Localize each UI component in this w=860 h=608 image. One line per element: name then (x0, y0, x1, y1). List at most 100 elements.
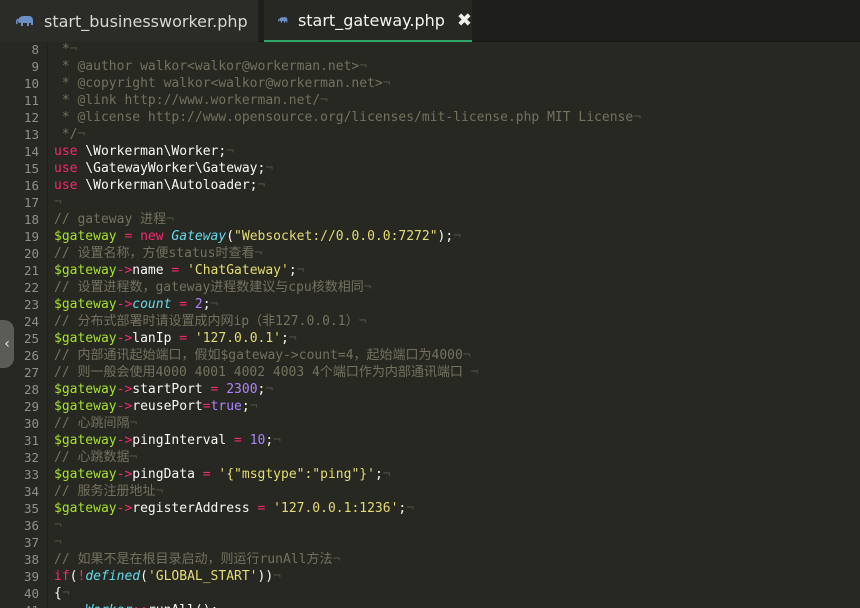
code-token: = (202, 382, 227, 397)
line-number: 33 (23, 467, 39, 482)
code-line[interactable]: // 设置进程数，gateway进程数建议与cpu核数相同¬ (54, 279, 372, 296)
code-token: { (54, 586, 62, 601)
code-token: // 则一般会使用4000 4001 4002 4003 4个端口作为内部通讯端… (54, 365, 471, 380)
code-line[interactable]: // gateway 进程¬ (54, 211, 174, 228)
line-number: 32 (23, 450, 39, 465)
code-token: * @license http://www.opensource.org/lic… (54, 110, 634, 125)
code-line[interactable]: * @copyright walkor<walkor@workerman.net… (54, 75, 391, 92)
code-line[interactable]: use \Workerman\Autoloader;¬ (54, 177, 265, 194)
line-number: 29 (23, 399, 39, 414)
code-line[interactable]: * @author walkor<walkor@workerman.net>¬ (54, 58, 367, 75)
whitespace-marker: ¬ (265, 161, 274, 176)
code-line[interactable]: ¬ (54, 534, 62, 551)
whitespace-marker: ¬ (166, 212, 174, 227)
whitespace-marker: ¬ (257, 178, 266, 193)
code-editor[interactable]: 8 9 10 11 12 13 14 15 16 17 18 19 20 21 22 23 24 25 26 27 28… (0, 42, 860, 608)
whitespace-marker: ¬ (210, 297, 219, 312)
code-token: = (202, 399, 211, 414)
line-number: 8 (31, 42, 39, 57)
line-number: 19 (23, 229, 39, 244)
code-line[interactable]: $gateway->registerAddress = '127.0.0.1:1… (54, 500, 414, 517)
tab-bar: start_businessworker.php start_gateway.p… (0, 0, 860, 42)
code-line[interactable]: if(!defined('GLOBAL_START'))¬ (54, 568, 281, 585)
line-number: 36 (23, 518, 39, 533)
whitespace-marker: ¬ (363, 280, 372, 295)
code-token: // 设置进程数，gateway进程数建议与cpu核数相同 (54, 280, 364, 295)
whitespace-marker: ¬ (320, 93, 328, 108)
code-line[interactable]: $gateway->pingData = '{"msgtype":"ping"}… (54, 466, 391, 483)
code-line[interactable]: $gateway->reusePort=true;¬ (54, 398, 258, 415)
whitespace-marker: ¬ (129, 416, 138, 431)
code-token: $gateway (54, 382, 117, 397)
code-token: ; (374, 467, 383, 482)
code-token: ; (265, 433, 274, 448)
code-token: "Websocket://0.0.0.0:7272" (234, 229, 438, 244)
code-token: // 分布式部署时请设置成内网ip（非127.0.0.1） (54, 314, 359, 329)
code-token: -> (116, 433, 133, 448)
code-token: // gateway 进程 (54, 212, 167, 227)
code-token: -> (116, 263, 133, 278)
code-token: ( (140, 569, 148, 584)
whitespace-marker: ¬ (54, 195, 62, 210)
code-line[interactable]: // 则一般会使用4000 4001 4002 4003 4个端口作为内部通讯端… (54, 364, 479, 381)
tab-start-businessworker[interactable]: start_businessworker.php (0, 0, 258, 42)
whitespace-marker: ¬ (382, 467, 391, 482)
tab-label: start_businessworker.php (44, 11, 248, 31)
code-line[interactable]: // 分布式部署时请设置成内网ip（非127.0.0.1）¬ (54, 313, 366, 330)
code-line[interactable]: // 服务注册地址¬ (54, 483, 163, 500)
code-line[interactable]: use \Workerman\Worker;¬ (54, 143, 234, 160)
code-line[interactable]: $gateway = new Gateway("Websocket://0.0.… (54, 228, 461, 245)
code-line[interactable]: {¬ (54, 585, 70, 602)
code-token: // 服务注册地址 (54, 484, 156, 499)
tab-start-gateway[interactable]: start_gateway.php ✖ (264, 0, 472, 42)
code-line[interactable]: ¬ (54, 194, 62, 211)
sidebar-toggle-button[interactable]: ‹ (0, 320, 14, 368)
code-token: \GatewayWorker\Gateway; (77, 161, 266, 176)
code-token: // 心跳数据 (54, 450, 130, 465)
code-line[interactable]: $gateway->startPort = 2300;¬ (54, 381, 273, 398)
line-number: 14 (23, 144, 39, 159)
code-token: 2 (194, 297, 203, 312)
code-line[interactable]: $gateway->pingInterval = 10;¬ (54, 432, 281, 449)
code-line[interactable]: *¬ (54, 42, 78, 58)
line-number: 20 (23, 246, 39, 261)
code-line[interactable]: // 内部通讯起始端口，假如$gateway->count=4，起始端口为400… (54, 347, 471, 364)
code-line[interactable]: // 如果不是在根目录启动，则运行runAll方法¬ (54, 551, 340, 568)
whitespace-marker: ¬ (218, 603, 226, 608)
code-line[interactable]: */¬ (54, 126, 86, 143)
code-line[interactable]: * @license http://www.opensource.org/lic… (54, 109, 641, 126)
code-line[interactable]: // 心跳间隔¬ (54, 415, 137, 432)
code-token: registerAddress (132, 501, 250, 516)
line-number: 41 (0, 602, 39, 608)
line-number: 39 (23, 569, 39, 584)
line-number: 30 (23, 416, 39, 431)
code-token: name (132, 263, 164, 278)
code-token: \Workerman\Worker; (77, 144, 227, 159)
code-token: ( (226, 229, 235, 244)
code-token: use (54, 161, 78, 176)
code-line[interactable]: * @link http://www.workerman.net/¬ (54, 92, 328, 109)
line-number: 21 (23, 263, 39, 278)
code-line[interactable]: $gateway->lanIp = '127.0.0.1';¬ (54, 330, 297, 347)
line-number: 31 (23, 433, 39, 448)
code-token: '127.0.0.1' (194, 331, 281, 346)
code-line[interactable]: $gateway->name = 'ChatGateway';¬ (54, 262, 304, 279)
close-icon[interactable]: ✖ (457, 10, 472, 31)
code-token: -> (116, 297, 133, 312)
code-line[interactable]: $gateway->count = 2;¬ (54, 296, 218, 313)
code-area[interactable]: *¬ * @author walkor<walkor@workerman.net… (54, 42, 860, 608)
code-line[interactable]: // 设置名称，方便status时查看¬ (54, 245, 262, 262)
whitespace-marker: ¬ (406, 501, 415, 516)
code-line[interactable]: ¬ (54, 517, 62, 534)
code-token: * @link http://www.workerman.net/ (54, 93, 321, 108)
code-line[interactable]: Worker::runAll();¬ (54, 602, 226, 608)
line-number: 10 (23, 76, 39, 91)
line-number: 13 (23, 127, 39, 142)
whitespace-marker: ¬ (54, 535, 62, 550)
code-line[interactable]: // 心跳数据¬ (54, 449, 137, 466)
code-token: Worker (85, 603, 132, 608)
code-line[interactable]: use \GatewayWorker\Gateway;¬ (54, 160, 273, 177)
line-number: 17 (23, 195, 39, 210)
code-token: -> (116, 399, 133, 414)
